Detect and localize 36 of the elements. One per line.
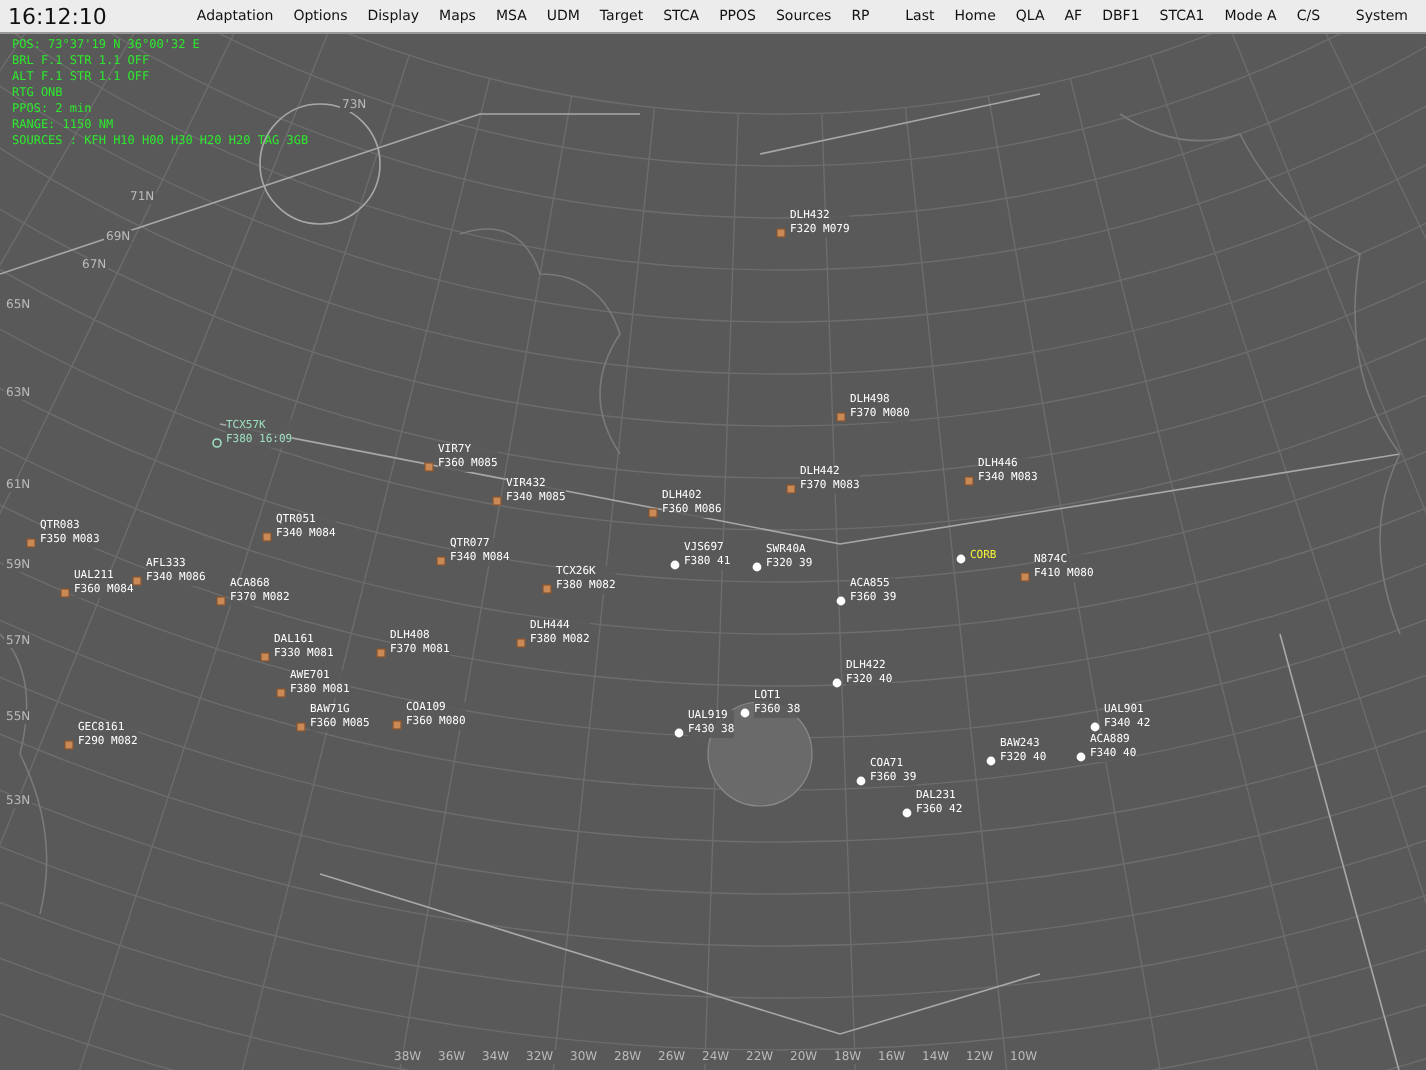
plot-dot-icon xyxy=(986,756,996,766)
track-circle-icon xyxy=(212,438,222,448)
clock: 16:12:10 xyxy=(8,3,107,29)
plot-dot-icon xyxy=(674,728,684,738)
track-square-icon xyxy=(776,228,786,238)
plot-dot-icon xyxy=(752,562,762,572)
track-square-icon xyxy=(964,476,974,486)
track-square-icon xyxy=(132,576,142,586)
track-square-icon xyxy=(216,596,226,606)
plot-dot-icon xyxy=(902,808,912,818)
track-square-icon xyxy=(516,638,526,648)
track-square-icon xyxy=(376,648,386,658)
track-square-icon xyxy=(1020,572,1030,582)
track-square-icon xyxy=(786,484,796,494)
track-square-icon xyxy=(296,722,306,732)
track-square-icon xyxy=(60,588,70,598)
track-square-icon xyxy=(392,720,402,730)
track-square-icon xyxy=(836,412,846,422)
track-square-icon xyxy=(260,652,270,662)
plot-dot-icon xyxy=(856,776,866,786)
track-square-icon xyxy=(436,556,446,566)
track-square-icon xyxy=(276,688,286,698)
plot-dot-icon xyxy=(670,560,680,570)
track-square-icon xyxy=(64,740,74,750)
plot-dot-icon xyxy=(740,708,750,718)
plot-dot-icon xyxy=(1076,752,1086,762)
plot-dot-icon xyxy=(832,678,842,688)
track-square-icon xyxy=(424,462,434,472)
plot-dot-icon xyxy=(836,596,846,606)
track-square-icon xyxy=(262,532,272,542)
track-square-icon xyxy=(26,538,36,548)
plot-dot-icon xyxy=(956,554,966,564)
track-square-icon xyxy=(492,496,502,506)
track-square-icon xyxy=(542,584,552,594)
plot-dot-icon xyxy=(1090,722,1100,732)
track-square-icon xyxy=(648,508,658,518)
